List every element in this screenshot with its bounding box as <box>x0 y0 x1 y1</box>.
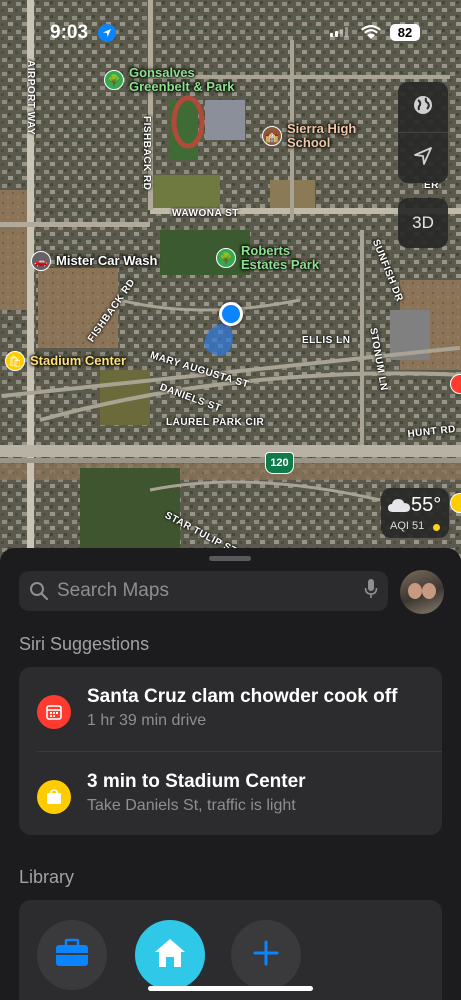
cellular-signal-icon <box>330 27 348 37</box>
three-d-button[interactable]: 3D <box>398 198 448 248</box>
poi-label: Mister Car Wash <box>56 253 158 268</box>
shopping-bag-icon <box>37 780 71 814</box>
siri-suggestions-card: Santa Cruz clam chowder cook off 1 hr 39… <box>19 667 442 835</box>
briefcase-icon <box>54 938 90 973</box>
aqi-status-dot <box>433 524 440 531</box>
suggestion-item[interactable]: Santa Cruz clam chowder cook off 1 hr 39… <box>19 667 442 751</box>
three-d-control: 3D <box>398 198 448 248</box>
poi-sierra-high-school[interactable]: 🏫 Sierra High School <box>262 122 356 150</box>
tree-icon: 🌳 <box>104 70 124 90</box>
globe-icon <box>412 94 434 121</box>
shopping-bag-icon: 🛍 <box>5 351 25 371</box>
air-quality-index: AQI 51 <box>390 520 425 532</box>
street-ellis-ln: ELLIS LN <box>302 335 351 346</box>
suggestion-title: Santa Cruz clam chowder cook off <box>87 686 398 707</box>
street-airport-way: AIRPORT WAY <box>25 60 36 136</box>
library-work-button[interactable] <box>37 920 107 990</box>
location-arrow-icon <box>413 146 433 171</box>
library-add-button[interactable] <box>231 920 301 990</box>
weather-temperature: 55° <box>411 494 442 516</box>
plus-icon <box>253 940 279 971</box>
suggestion-subtitle: 1 hr 39 min drive <box>87 712 207 729</box>
weather-widget[interactable]: 55° AQI 51 <box>381 488 449 538</box>
calendar-icon <box>37 695 71 729</box>
poi-stadium-center[interactable]: 🛍 Stadium Center <box>5 351 126 371</box>
poi-mister-car-wash[interactable]: 🚗 Mister Car Wash <box>31 251 157 271</box>
poi-label: Sierra High School <box>287 121 357 150</box>
status-bar: 9:03 82 <box>0 0 461 54</box>
bottom-sheet: Search Maps Siri Suggestions Santa Cruz … <box>0 548 461 1000</box>
location-services-icon <box>98 24 116 42</box>
home-indicator[interactable] <box>148 986 313 991</box>
route-120-shield: 120 <box>265 452 294 474</box>
tree-icon: 🌳 <box>216 248 236 268</box>
track-location-button[interactable] <box>398 132 448 183</box>
poi-gonsalves-greenbelt-park[interactable]: 🌳 Gonsalves Greenbelt & Park <box>104 66 235 94</box>
street-laurel-park-cir: LAUREL PARK CIR <box>166 417 265 428</box>
library-card <box>19 900 442 1000</box>
poi-label: Roberts Estates Park <box>241 243 320 272</box>
wifi-icon <box>360 24 382 45</box>
search-icon <box>29 581 49 601</box>
school-icon: 🏫 <box>262 126 282 146</box>
cloud-icon <box>387 497 411 518</box>
street-fishback-rd: FISHBACK RD <box>141 116 152 191</box>
car-wash-icon: 🚗 <box>31 251 51 271</box>
street-wawona-st: WAWONA ST <box>172 208 239 219</box>
suggestion-item[interactable]: 3 min to Stadium Center Take Daniels St,… <box>19 752 442 836</box>
search-input[interactable]: Search Maps <box>57 580 364 602</box>
poi-label: Gonsalves Greenbelt & Park <box>129 65 235 94</box>
search-bar[interactable]: Search Maps <box>19 571 388 611</box>
suggestion-subtitle: Take Daniels St, traffic is light <box>87 797 296 814</box>
siri-suggestions-heading: Siri Suggestions <box>19 634 150 654</box>
map-controls <box>398 82 448 183</box>
sheet-grabber[interactable] <box>209 556 251 561</box>
suggestion-title: 3 min to Stadium Center <box>87 771 306 792</box>
battery-indicator: 82 <box>390 24 420 41</box>
poi-roberts-estates-park[interactable]: 🌳 Roberts Estates Park <box>216 244 319 272</box>
map-mode-button[interactable] <box>398 82 448 132</box>
current-location-dot <box>219 302 243 326</box>
map-view[interactable]: 9:03 82 🌳 Gonsalves Greenbelt & Park 🏫 Si… <box>0 0 461 560</box>
library-home-button[interactable] <box>135 920 205 990</box>
microphone-icon[interactable] <box>364 578 378 605</box>
poi-label: Stadium Center <box>30 353 127 368</box>
house-icon <box>152 936 188 975</box>
avatar[interactable] <box>400 570 444 614</box>
library-heading: Library <box>19 867 75 887</box>
clock: 9:03 <box>50 22 89 43</box>
